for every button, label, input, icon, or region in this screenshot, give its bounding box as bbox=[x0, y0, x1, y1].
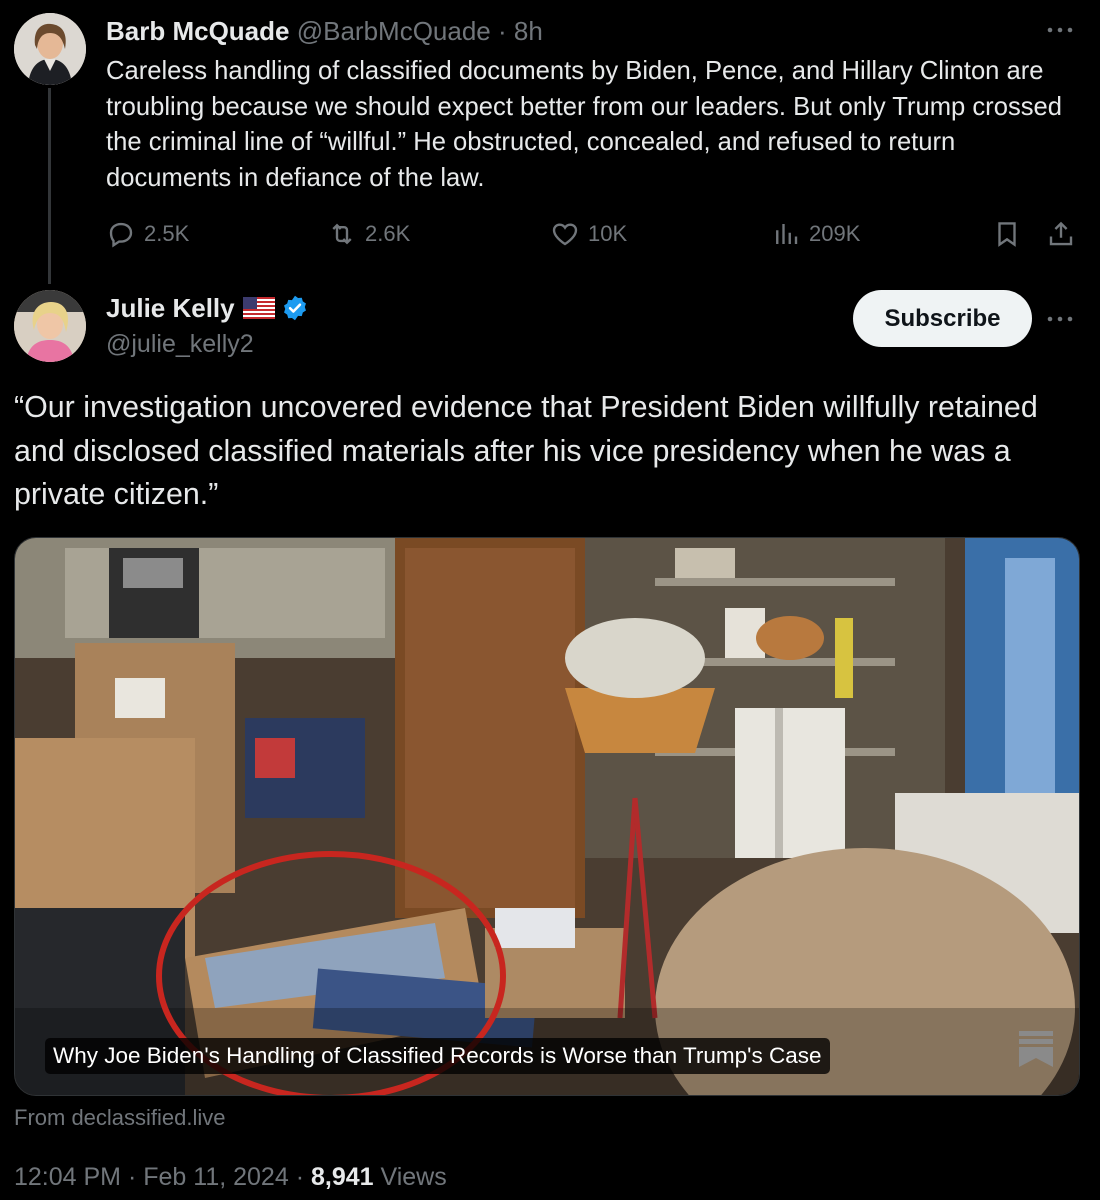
action-bar: 2.5K 2.6K 10K 209K bbox=[0, 216, 1100, 252]
analytics-icon bbox=[776, 224, 798, 244]
verified-badge-icon[interactable] bbox=[281, 294, 309, 322]
repost-count: 2.6K bbox=[365, 221, 411, 246]
bookmark-icon bbox=[998, 222, 1016, 247]
us-flag-icon bbox=[242, 297, 275, 319]
dot-separator: · bbox=[295, 1163, 305, 1191]
repost-icon bbox=[332, 223, 352, 245]
tweet-text: “Our investigation uncovered evidence th… bbox=[14, 390, 1038, 511]
link-card[interactable]: Why Joe Biden's Handling of Classified R… bbox=[14, 537, 1080, 1096]
share-icon bbox=[1049, 221, 1073, 246]
tweet-time[interactable]: 8h bbox=[514, 16, 543, 46]
parent-tweet-header: Barb McQuade @BarbMcQuade · 8h bbox=[106, 14, 543, 48]
reply-icon bbox=[109, 222, 133, 248]
main-tweet-author: Julie Kelly bbox=[106, 291, 309, 325]
author-name[interactable]: Barb McQuade bbox=[106, 16, 290, 46]
like-count: 10K bbox=[588, 221, 628, 246]
subscribe-button[interactable]: Subscribe bbox=[853, 290, 1032, 347]
bookmark-button[interactable] bbox=[992, 216, 1030, 252]
views-button[interactable]: 209K bbox=[771, 216, 860, 252]
repost-button[interactable]: 2.6K bbox=[327, 216, 410, 252]
thread-connector-line bbox=[48, 88, 51, 284]
views-count: 8,941 bbox=[310, 1163, 374, 1191]
tweet-metadata: 12:04 PM · Feb 11, 2024 · 8,941 Views bbox=[14, 1160, 447, 1194]
tweet-time[interactable]: 12:04 PM bbox=[14, 1163, 121, 1191]
avatar-barb-mcquade[interactable] bbox=[14, 13, 86, 85]
avatar-julie-kelly[interactable] bbox=[14, 290, 86, 362]
reply-count: 2.5K bbox=[144, 221, 190, 246]
heart-icon bbox=[552, 223, 578, 246]
like-button[interactable]: 10K bbox=[550, 216, 627, 252]
views-label: Views bbox=[380, 1163, 447, 1191]
dot-separator: · bbox=[127, 1163, 137, 1191]
author-name[interactable]: Julie Kelly bbox=[106, 291, 235, 325]
share-button[interactable] bbox=[1046, 216, 1084, 252]
author-handle[interactable]: @BarbMcQuade bbox=[297, 16, 491, 46]
tweet-text: Careless handling of classified document… bbox=[106, 57, 1063, 192]
dot-separator: · bbox=[498, 16, 507, 46]
views-count: 209K bbox=[809, 221, 861, 246]
ellipsis-icon[interactable] bbox=[1045, 309, 1075, 330]
reply-button[interactable]: 2.5K bbox=[106, 216, 189, 252]
ellipsis-icon[interactable] bbox=[1045, 20, 1075, 41]
card-source[interactable]: From declassified.live bbox=[14, 1103, 226, 1133]
tweet-date[interactable]: Feb 11, 2024 bbox=[143, 1163, 288, 1191]
card-caption[interactable]: Why Joe Biden's Handling of Classified R… bbox=[45, 1038, 830, 1074]
parent-tweet[interactable]: Barb McQuade @BarbMcQuade · 8h Careless … bbox=[0, 0, 1100, 290]
card-photo bbox=[15, 538, 1079, 1095]
author-handle[interactable]: @julie_kelly2 bbox=[106, 327, 254, 361]
article-icon bbox=[1019, 1031, 1053, 1067]
